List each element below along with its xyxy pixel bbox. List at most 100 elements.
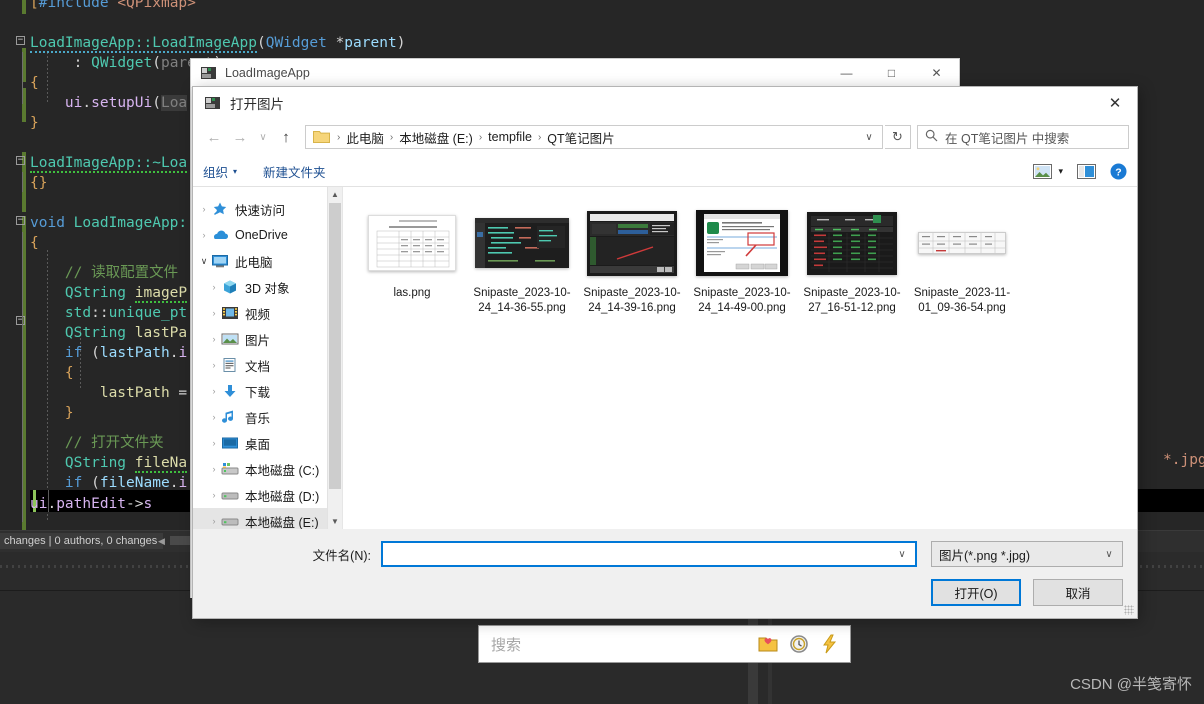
dialog-footer: 文件名(N): ∨ 图片(*.png *.jpg) ∨ 打开(O) 取消 — [193, 529, 1137, 618]
help-icon[interactable]: ? — [1110, 163, 1127, 180]
file-name-label: Snipaste_2023-10-24_14-49-00.png — [693, 287, 791, 314]
search-input[interactable]: 在 QT笔记图片 中搜索 — [917, 125, 1129, 149]
chevron-right-icon[interactable]: › — [197, 230, 211, 240]
chevron-down-icon[interactable]: ∨ — [893, 549, 911, 560]
new-folder-button[interactable]: 新建文件夹 — [263, 162, 326, 181]
file-name-label: Snipaste_2023-10-24_14-36-55.png — [473, 287, 571, 314]
dialog-main-area: › 快速访问 › OneDrive ∨ 此电脑 › 3D 对象 › 视频 › 图… — [193, 187, 1137, 529]
dialog-buttons: 打开(O) 取消 — [193, 579, 1123, 606]
scrollbar-thumb[interactable] — [329, 203, 341, 489]
app-titlebar[interactable]: LoadImageApp — □ ✕ — [191, 59, 959, 88]
tree-item-documents[interactable]: › 文档 — [193, 352, 342, 378]
tree-item-label: 快速访问 — [235, 203, 286, 218]
dialog-titlebar[interactable]: 打开图片 ✕ — [193, 87, 1137, 118]
tree-item-drive-c[interactable]: › 本地磁盘 (C:) — [193, 456, 342, 482]
scroll-left-arrow[interactable]: ◀ — [158, 536, 165, 547]
resize-grip[interactable] — [1124, 605, 1134, 615]
thumbnail-dark-table — [807, 211, 897, 275]
open-button[interactable]: 打开(O) — [931, 579, 1021, 606]
chevron-right-icon[interactable]: › — [207, 308, 221, 318]
file-item[interactable]: Snipaste_2023-10-24_14-49-00.png — [687, 205, 797, 316]
chevron-down-icon[interactable]: ∨ — [858, 132, 880, 143]
thumbnail-document-scan — [368, 215, 456, 271]
chevron-right-icon[interactable]: › — [207, 438, 221, 448]
tree-item-desktop[interactable]: › 桌面 — [193, 430, 342, 456]
tree-item-pictures[interactable]: › 图片 — [193, 326, 342, 352]
breadcrumb-item-3[interactable]: QT笔记图片 — [544, 128, 617, 147]
chevron-right-icon[interactable]: › — [207, 360, 221, 370]
breadcrumb[interactable]: › 此电脑 › 本地磁盘 (E:) › tempfile › QT笔记图片 ∨ — [305, 125, 883, 149]
refresh-button[interactable]: ↻ — [885, 125, 911, 149]
chevron-right-icon[interactable]: › — [207, 412, 221, 422]
chevron-down-icon: ▾ — [233, 166, 238, 176]
pin-star-icon — [211, 201, 229, 217]
chevron-right-icon[interactable]: › — [207, 334, 221, 344]
open-file-dialog: 打开图片 ✕ ← → ∨ ↑ › 此电脑 › 本地磁盘 (E:) › tempf… — [192, 86, 1138, 619]
recent-locations-button[interactable]: ∨ — [253, 124, 273, 150]
tree-item-onedrive[interactable]: › OneDrive — [193, 222, 342, 248]
tree-item-drive-e[interactable]: › 本地磁盘 (E:) — [193, 508, 342, 529]
file-item[interactable]: Snipaste_2023-10-24_14-36-55.png — [467, 205, 577, 316]
filename-label: 文件名(N): — [312, 548, 371, 563]
tree-item-quick-access[interactable]: › 快速访问 — [193, 196, 342, 222]
breadcrumb-item-1[interactable]: 本地磁盘 (E:) — [396, 128, 476, 147]
forward-button[interactable]: → — [227, 124, 253, 150]
filename-input[interactable]: ∨ — [381, 541, 917, 567]
close-icon[interactable]: ✕ — [1093, 87, 1137, 118]
file-item[interactable]: Snipaste_2023-10-24_14-39-16.png — [577, 205, 687, 316]
dialog-title: 打开图片 — [230, 96, 284, 112]
chevron-down-icon[interactable]: ▾ — [1058, 166, 1063, 177]
close-icon[interactable]: ✕ — [914, 59, 959, 88]
cloud-icon — [211, 227, 229, 243]
chevron-right-icon[interactable]: › — [207, 282, 221, 292]
file-name-label: Snipaste_2023-10-27_16-51-12.png — [803, 287, 901, 314]
chevron-down-icon[interactable]: ∨ — [197, 256, 211, 267]
tree-item-downloads[interactable]: › 下载 — [193, 378, 342, 404]
pictures-icon — [221, 331, 239, 347]
scm-status-text: changes | 0 authors, 0 changes — [0, 533, 164, 549]
scroll-up-arrow[interactable]: ▲ — [328, 187, 342, 202]
folder-heart-icon[interactable] — [757, 633, 779, 655]
tree-item-label: 此电脑 — [235, 255, 273, 270]
system-drive-icon — [221, 461, 239, 477]
file-item[interactable]: las.png — [357, 205, 467, 316]
maximize-button[interactable]: □ — [869, 59, 914, 88]
chevron-right-icon[interactable]: › — [207, 464, 221, 474]
chevron-down-icon[interactable]: ∨ — [1100, 549, 1118, 560]
tree-item-drive-d[interactable]: › 本地磁盘 (D:) — [193, 482, 342, 508]
cancel-button[interactable]: 取消 — [1033, 579, 1123, 606]
file-item[interactable]: Snipaste_2023-10-27_16-51-12.png — [797, 205, 907, 316]
navigation-tree: › 快速访问 › OneDrive ∨ 此电脑 › 3D 对象 › 视频 › 图… — [193, 187, 343, 529]
organize-button[interactable]: 组织 ▾ — [203, 162, 237, 181]
up-button[interactable]: ↑ — [273, 124, 299, 150]
lightning-icon[interactable] — [819, 633, 841, 655]
tree-item-3d-objects[interactable]: › 3D 对象 — [193, 274, 342, 300]
filename-row: 文件名(N): ∨ 图片(*.png *.jpg) ∨ — [193, 541, 1123, 567]
qt-search-widget[interactable]: 搜索 — [478, 625, 851, 663]
chevron-right-icon[interactable]: › — [207, 516, 221, 526]
drive-icon — [221, 487, 239, 503]
breadcrumb-item-2[interactable]: tempfile — [485, 130, 535, 144]
thumbnail-wrapper — [357, 205, 467, 281]
back-button[interactable]: ← — [201, 124, 227, 150]
minimize-button[interactable]: — — [824, 59, 869, 88]
tree-scrollbar[interactable]: ▲ ▼ — [327, 187, 342, 529]
chevron-right-icon[interactable]: › — [207, 490, 221, 500]
tree-item-label: 图片 — [245, 333, 271, 348]
chevron-right-icon[interactable]: › — [197, 204, 211, 214]
clock-icon[interactable] — [788, 633, 810, 655]
scroll-down-arrow[interactable]: ▼ — [328, 514, 342, 529]
view-mode-icon[interactable] — [1033, 163, 1053, 179]
file-type-select[interactable]: 图片(*.png *.jpg) ∨ — [931, 541, 1123, 567]
file-list-pane[interactable]: las.png Snipaste_2023-10-24_14-36-55.png… — [343, 187, 1137, 529]
tree-item-music[interactable]: › 音乐 — [193, 404, 342, 430]
qt-search-placeholder: 搜索 — [491, 636, 522, 654]
chevron-right-icon[interactable]: › — [207, 386, 221, 396]
file-item[interactable]: Snipaste_2023-11-01_09-36-54.png — [907, 205, 1017, 316]
breadcrumb-separator: › — [478, 131, 483, 143]
tree-item-videos[interactable]: › 视频 — [193, 300, 342, 326]
tree-item-this-pc[interactable]: ∨ 此电脑 — [193, 248, 342, 274]
code-text[interactable]: [#include <QPixmap> LoadImageApp::LoadIm… — [0, 0, 405, 520]
breadcrumb-item-0[interactable]: 此电脑 — [343, 128, 387, 147]
preview-pane-icon[interactable] — [1077, 163, 1096, 179]
